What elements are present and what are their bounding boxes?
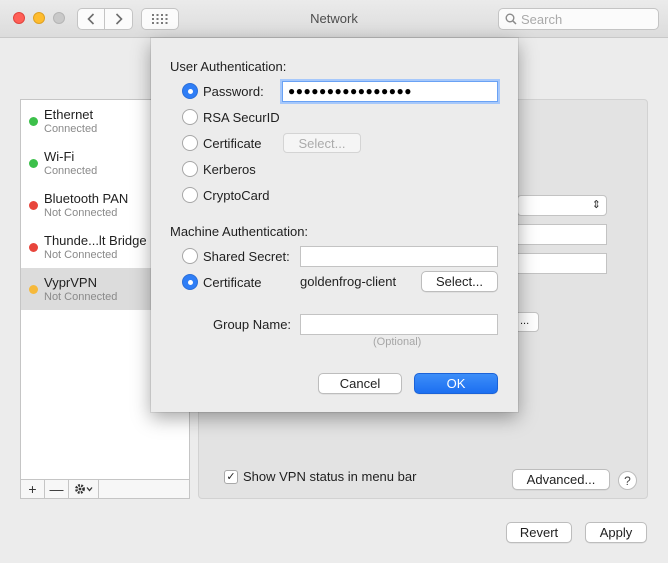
machine-certificate-name: goldenfrog-client bbox=[300, 274, 397, 289]
radio-label: CryptoCard bbox=[203, 187, 270, 203]
show-vpn-status-label: Show VPN status in menu bar bbox=[243, 469, 417, 484]
add-service-button[interactable]: + bbox=[21, 480, 45, 498]
service-list-toolbar: + — bbox=[20, 479, 190, 499]
apply-button[interactable]: Apply bbox=[585, 522, 647, 543]
radio-indicator[interactable] bbox=[182, 83, 198, 99]
service-name: VyprVPN bbox=[44, 275, 97, 290]
radio-indicator[interactable] bbox=[182, 135, 198, 151]
gear-icon bbox=[74, 484, 92, 494]
service-name: Bluetooth PAN bbox=[44, 191, 129, 206]
radio-indicator[interactable] bbox=[182, 161, 198, 177]
shared-secret-field[interactable] bbox=[300, 246, 498, 267]
radio-label: Shared Secret: bbox=[203, 248, 290, 264]
radio-label: Kerberos bbox=[203, 161, 256, 177]
machine-authentication-heading: Machine Authentication: bbox=[170, 224, 309, 239]
search-field[interactable] bbox=[498, 8, 659, 30]
status-dot-icon bbox=[29, 159, 38, 168]
status-dot-icon bbox=[29, 285, 38, 294]
revert-button[interactable]: Revert bbox=[506, 522, 572, 543]
ok-button[interactable]: OK bbox=[414, 373, 498, 394]
status-dot-icon bbox=[29, 201, 38, 210]
radio-indicator[interactable] bbox=[182, 109, 198, 125]
radio-indicator[interactable] bbox=[182, 248, 198, 264]
user-authentication-heading: User Authentication: bbox=[170, 59, 287, 74]
advanced-button[interactable]: Advanced... bbox=[512, 469, 610, 490]
server-address-field[interactable] bbox=[517, 224, 607, 245]
authentication-settings-button[interactable]: ... bbox=[517, 312, 539, 332]
help-button[interactable]: ? bbox=[618, 471, 637, 490]
service-status: Connected bbox=[44, 165, 98, 177]
cancel-button[interactable]: Cancel bbox=[318, 373, 402, 394]
service-name: Thunde...lt Bridge bbox=[44, 233, 147, 248]
remove-service-button[interactable]: — bbox=[45, 480, 69, 498]
group-name-field[interactable] bbox=[300, 314, 498, 335]
service-status: Not Connected bbox=[44, 207, 118, 219]
radio-shared-secret[interactable]: Shared Secret: bbox=[182, 248, 290, 264]
updown-chevron-icon: ⇕ bbox=[591, 199, 601, 211]
radio-indicator[interactable] bbox=[182, 187, 198, 203]
service-name: Wi-Fi bbox=[44, 149, 75, 164]
service-status: Not Connected bbox=[44, 249, 118, 261]
radio-label: Certificate bbox=[203, 274, 262, 290]
status-dot-icon bbox=[29, 243, 38, 252]
radio-kerberos[interactable]: Kerberos bbox=[182, 161, 256, 177]
password-field[interactable]: ●●●●●●●●●●●●●●●● bbox=[282, 81, 498, 102]
configuration-popup[interactable]: ⇕ bbox=[517, 195, 607, 216]
network-preferences-window: Network Ethernet Connected Wi-Fi Connect… bbox=[0, 0, 668, 563]
account-name-field[interactable] bbox=[517, 253, 607, 274]
password-value: ●●●●●●●●●●●●●●●● bbox=[288, 84, 412, 98]
machine-certificate-select-button[interactable]: Select... bbox=[421, 271, 498, 292]
service-status: Not Connected bbox=[44, 291, 118, 303]
radio-cryptocard[interactable]: CryptoCard bbox=[182, 187, 269, 203]
group-name-label: Group Name: bbox=[213, 317, 292, 332]
titlebar: Network bbox=[0, 0, 668, 38]
radio-indicator[interactable] bbox=[182, 274, 198, 290]
status-dot-icon bbox=[29, 117, 38, 126]
service-status: Connected bbox=[44, 123, 98, 135]
service-name: Ethernet bbox=[44, 107, 94, 122]
radio-label: Certificate bbox=[203, 135, 262, 151]
radio-label: Password: bbox=[203, 83, 264, 99]
radio-label: RSA SecurID bbox=[203, 109, 280, 125]
authentication-settings-sheet: User Authentication: Password: ●●●●●●●●●… bbox=[151, 38, 518, 412]
search-icon bbox=[505, 13, 517, 25]
search-input[interactable] bbox=[521, 11, 651, 27]
show-vpn-status-row[interactable]: ✓ Show VPN status in menu bar bbox=[224, 469, 416, 484]
show-vpn-status-checkbox[interactable]: ✓ bbox=[224, 469, 238, 484]
group-name-hint: (Optional) bbox=[373, 336, 422, 348]
radio-machine-certificate[interactable]: Certificate bbox=[182, 274, 262, 290]
radio-rsa-securid[interactable]: RSA SecurID bbox=[182, 109, 280, 125]
radio-user-certificate[interactable]: Certificate bbox=[182, 135, 262, 151]
radio-password[interactable]: Password: bbox=[182, 83, 264, 99]
gear-menu-button[interactable] bbox=[69, 480, 99, 498]
user-certificate-select-button[interactable]: Select... bbox=[283, 133, 361, 153]
